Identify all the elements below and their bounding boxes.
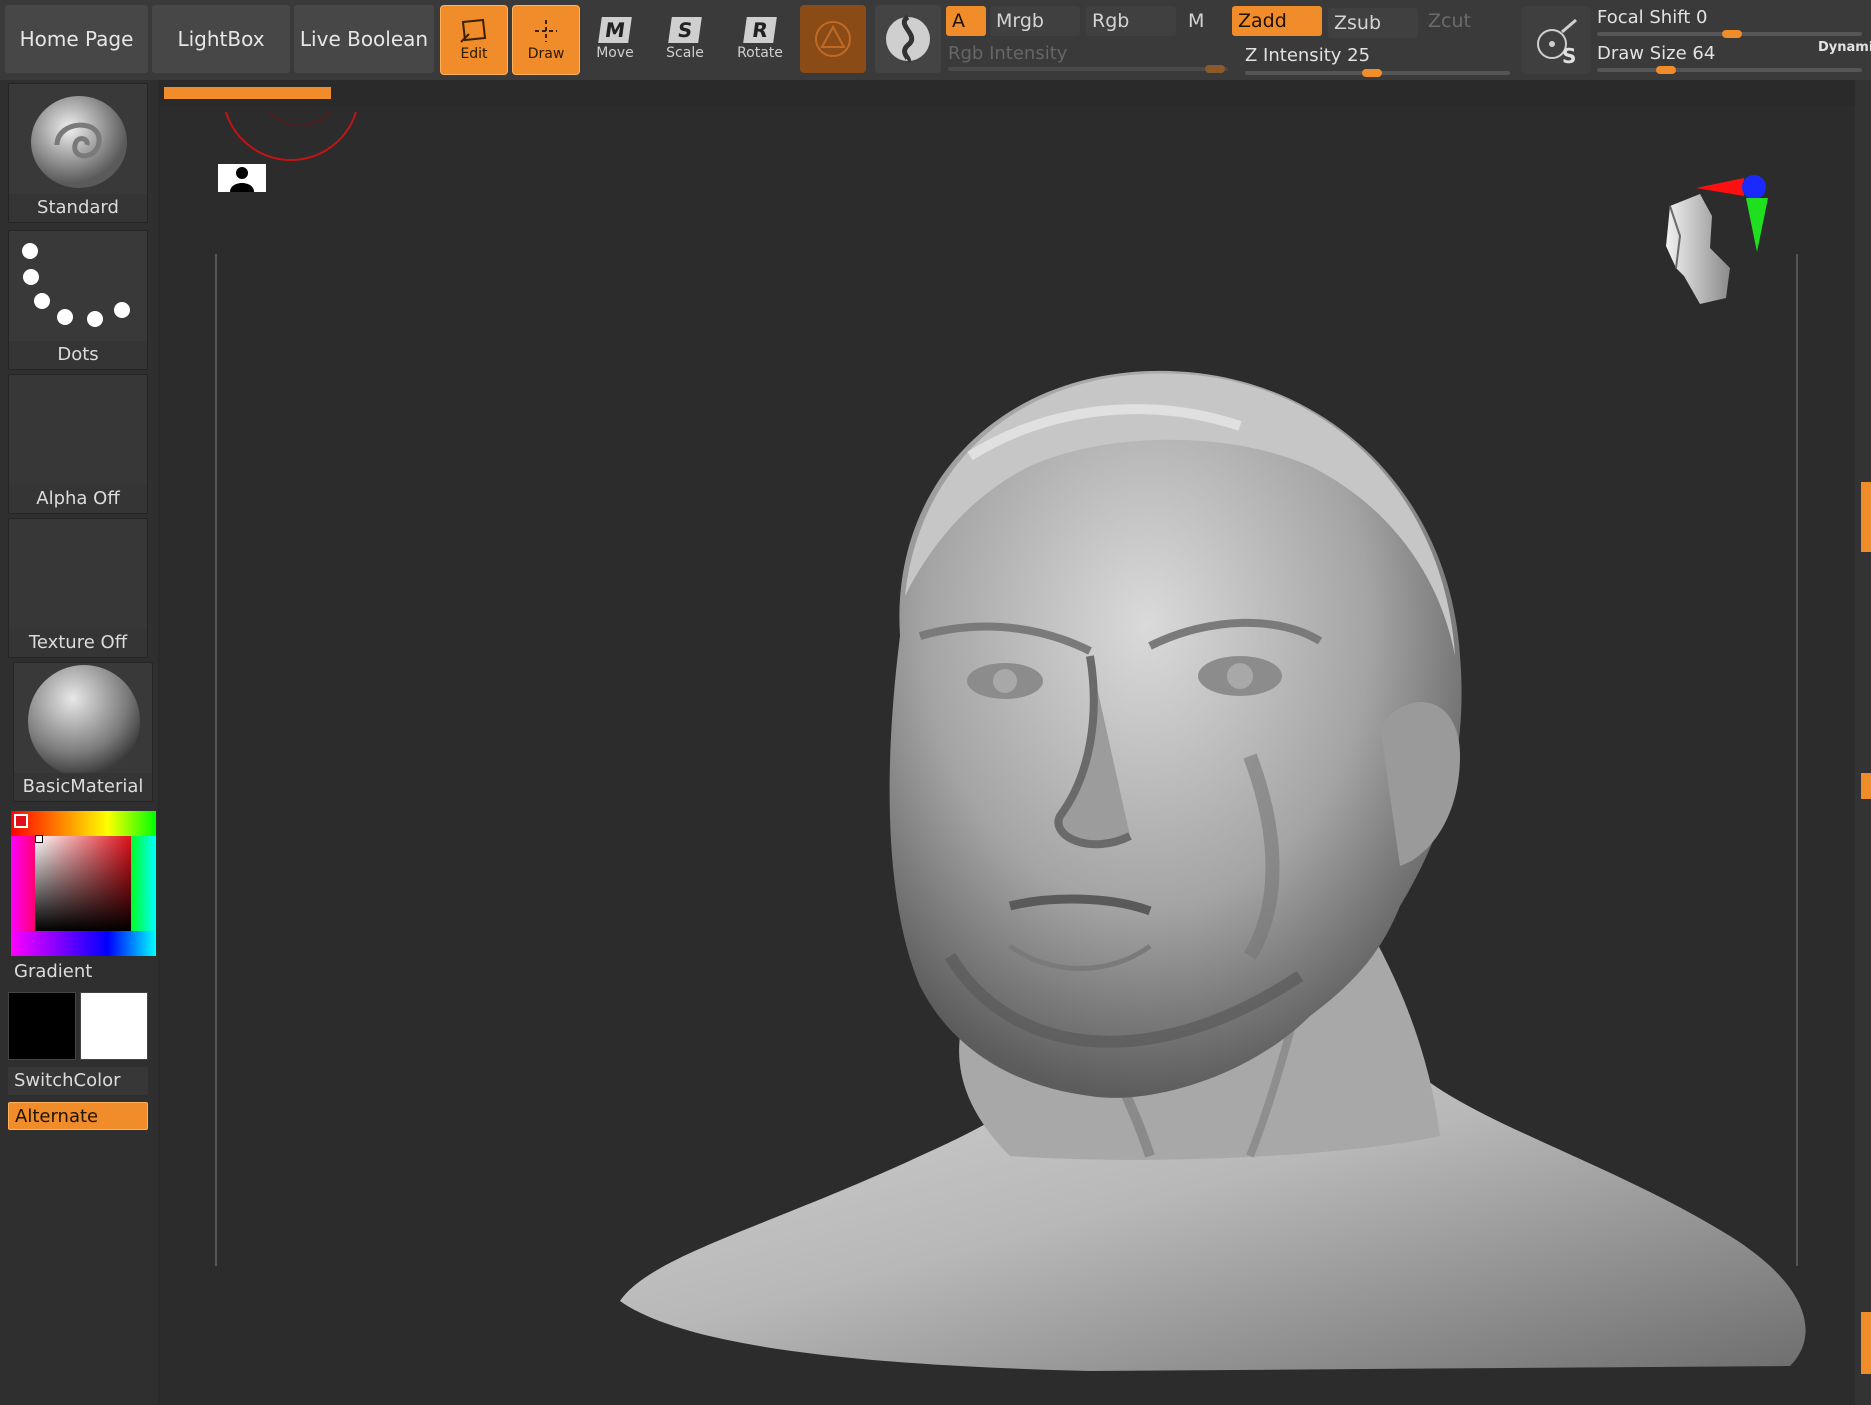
scale-icon: S (668, 17, 702, 43)
draw-size-label: Draw Size 64 (1597, 43, 1715, 64)
m-button[interactable]: M (1182, 6, 1228, 36)
saturation-value-square[interactable] (35, 836, 131, 931)
left-shelf: Standard Dots Alpha Off Texture Off Basi… (0, 80, 158, 1405)
current-color-swatch (14, 814, 28, 828)
move-button[interactable]: M Move (582, 5, 648, 73)
secondary-color-swatch[interactable] (80, 992, 148, 1060)
rgb-intensity-knob[interactable] (1205, 65, 1225, 73)
texture-label: Texture Off (9, 629, 147, 657)
color-cursor[interactable] (35, 835, 43, 843)
zcut-button[interactable]: Zcut (1422, 6, 1512, 36)
gradient-toggle[interactable]: Gradient (8, 958, 148, 986)
hue-bar-top[interactable] (11, 811, 156, 836)
dots-stroke-icon (22, 243, 130, 327)
zadd-button[interactable]: Zadd (1232, 6, 1322, 36)
z-intensity-label: Z Intensity 25 (1245, 45, 1370, 66)
rotate-button[interactable]: R Rotate (727, 5, 793, 73)
color-picker[interactable] (11, 811, 156, 956)
right-shelf-indicator-1 (1861, 482, 1871, 552)
sculpt-bust[interactable] (450, 256, 1810, 1376)
solo-icon (886, 14, 930, 64)
alpha-slot[interactable]: Alpha Off (8, 374, 148, 514)
focal-shift-label: Focal Shift 0 (1597, 7, 1707, 28)
brush-label: Standard (9, 194, 147, 222)
rgb-intensity-label: Rgb Intensity (948, 43, 1068, 64)
person-silhouette-icon (230, 167, 254, 192)
scale-button[interactable]: S Scale (652, 5, 718, 73)
rotate-label: Rotate (737, 45, 783, 61)
home-page-button[interactable]: Home Page (5, 5, 148, 73)
live-boolean-button[interactable]: Live Boolean (294, 5, 434, 73)
lazy-mouse-icon (1537, 18, 1577, 59)
lazy-mouse-letter: S (1562, 44, 1577, 68)
rgb-intensity-slider[interactable] (948, 67, 1228, 71)
draw-size-text: Draw Size (1597, 43, 1687, 64)
brush-cursor (225, 111, 357, 162)
draw-size-value: 64 (1692, 43, 1716, 64)
hue-bar-bottom[interactable] (11, 931, 156, 956)
progress-bar (164, 87, 331, 99)
solo-button[interactable] (875, 5, 941, 73)
move-label: Move (596, 45, 634, 61)
z-intensity-knob[interactable] (1362, 69, 1382, 77)
material-sphere-icon (28, 665, 140, 777)
top-toolbar: Home Page LightBox Live Boolean Edit Dra… (0, 0, 1871, 80)
stroke-label: Dots (9, 341, 147, 369)
main-color-swatch[interactable] (8, 992, 76, 1060)
move-icon: M (598, 17, 632, 43)
zsub-button[interactable]: Zsub (1328, 8, 1418, 38)
focal-shift-knob[interactable] (1722, 30, 1742, 38)
draw-size-slider[interactable] (1597, 68, 1862, 72)
mrgb-button[interactable]: Mrgb (990, 6, 1080, 36)
focal-shift-text: Focal Shift (1597, 7, 1691, 28)
alternate-button[interactable]: Alternate (8, 1102, 148, 1130)
scale-label: Scale (666, 45, 704, 61)
rgb-button[interactable]: Rgb (1086, 6, 1176, 36)
edit-label: Edit (460, 46, 488, 62)
polyframe-button[interactable] (800, 5, 866, 73)
switch-color-button[interactable]: SwitchColor (8, 1067, 148, 1095)
focal-shift-value: 0 (1696, 7, 1708, 28)
draw-size-knob[interactable] (1656, 66, 1676, 74)
alpha-label: Alpha Off (9, 485, 147, 513)
z-intensity-value: 25 (1347, 45, 1371, 66)
dynamic-toggle[interactable]: Dynamic (1818, 40, 1871, 55)
brush-slot[interactable]: Standard (8, 83, 148, 223)
floor-grid-toggle[interactable] (218, 164, 266, 192)
polyframe-icon (815, 21, 851, 57)
draw-button[interactable]: Draw (512, 5, 580, 75)
right-shelf (1855, 80, 1871, 1405)
draw-label: Draw (527, 46, 565, 62)
right-shelf-indicator-2 (1861, 773, 1871, 799)
canvas-viewport[interactable] (160, 106, 1855, 1405)
material-slot[interactable]: BasicMaterial (13, 662, 153, 802)
texture-slot[interactable]: Texture Off (8, 518, 148, 658)
z-intensity-text: Z Intensity (1245, 45, 1342, 66)
draw-icon (535, 20, 557, 42)
edit-icon (460, 18, 487, 43)
a-mode-button[interactable]: A (946, 6, 986, 36)
rotate-icon: R (743, 17, 777, 43)
lazy-mouse-button[interactable]: S (1522, 6, 1590, 74)
frame-guide-left (215, 254, 217, 1266)
lightbox-button[interactable]: LightBox (152, 5, 290, 73)
edit-button[interactable]: Edit (440, 5, 508, 75)
material-label: BasicMaterial (14, 773, 152, 801)
right-shelf-indicator-3 (1861, 1312, 1871, 1374)
standard-brush-icon (31, 96, 127, 188)
stroke-slot[interactable]: Dots (8, 230, 148, 370)
